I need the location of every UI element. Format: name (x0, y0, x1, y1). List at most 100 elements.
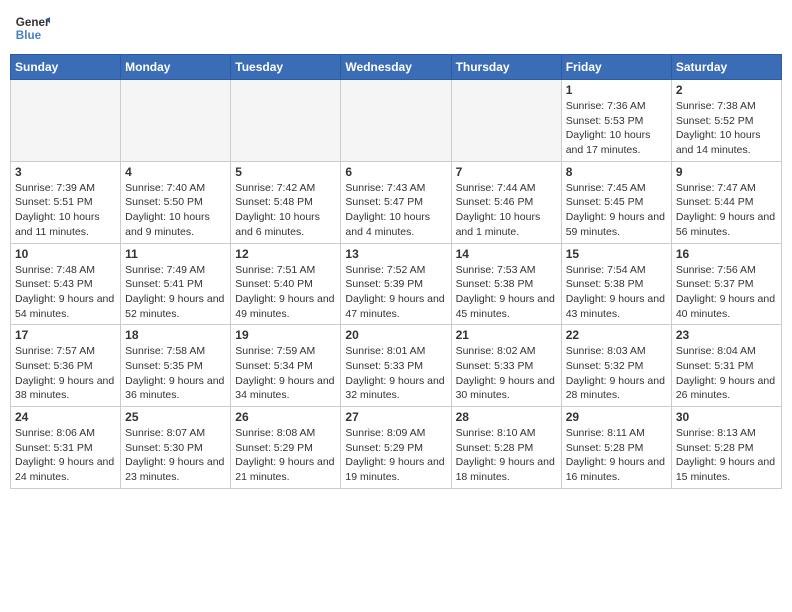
day-number: 20 (345, 328, 446, 342)
calendar-week-row: 24Sunrise: 8:06 AM Sunset: 5:31 PM Dayli… (11, 407, 782, 489)
calendar-week-row: 1 Sunrise: 7:36 AM Sunset: 5:53 PM Daylig… (11, 80, 782, 162)
calendar-cell: 5 Sunrise: 7:42 AM Sunset: 5:48 PM Daylig… (231, 161, 341, 243)
day-number: 21 (456, 328, 557, 342)
calendar-week-row: 17 Sunrise: 7:57 AM Sunset: 5:36 PM Dayli… (11, 325, 782, 407)
day-info: Sunrise: 8:07 AM Sunset: 5:30 PM Dayligh… (125, 426, 226, 485)
day-number: 1 (566, 83, 667, 97)
day-info: Sunrise: 8:11 AM Sunset: 5:28 PM Dayligh… (566, 426, 667, 485)
calendar-cell (341, 80, 451, 162)
day-number: 17 (15, 328, 116, 342)
day-number: 22 (566, 328, 667, 342)
calendar-cell: 18 Sunrise: 7:58 AM Sunset: 5:35 PM Dayli… (121, 325, 231, 407)
calendar-cell: 1 Sunrise: 7:36 AM Sunset: 5:53 PM Daylig… (561, 80, 671, 162)
day-number: 18 (125, 328, 226, 342)
day-number: 10 (15, 247, 116, 261)
weekday-header-row: SundayMondayTuesdayWednesdayThursdayFrid… (11, 55, 782, 80)
day-info: Sunrise: 7:51 AM Sunset: 5:40 PM Dayligh… (235, 263, 336, 322)
day-info: Sunrise: 7:58 AM Sunset: 5:35 PM Dayligh… (125, 344, 226, 403)
day-info: Sunrise: 8:09 AM Sunset: 5:29 PM Dayligh… (345, 426, 446, 485)
day-info: Sunrise: 7:56 AM Sunset: 5:37 PM Dayligh… (676, 263, 777, 322)
calendar-cell: 24Sunrise: 8:06 AM Sunset: 5:31 PM Dayli… (11, 407, 121, 489)
day-number: 23 (676, 328, 777, 342)
day-number: 2 (676, 83, 777, 97)
calendar-cell: 14 Sunrise: 7:53 AM Sunset: 5:38 PM Dayli… (451, 243, 561, 325)
day-number: 25 (125, 410, 226, 424)
calendar-cell: 13 Sunrise: 7:52 AM Sunset: 5:39 PM Dayli… (341, 243, 451, 325)
day-number: 26 (235, 410, 336, 424)
calendar-cell: 20 Sunrise: 8:01 AM Sunset: 5:33 PM Dayli… (341, 325, 451, 407)
day-info: Sunrise: 7:43 AM Sunset: 5:47 PM Dayligh… (345, 181, 446, 240)
calendar-cell: 15 Sunrise: 7:54 AM Sunset: 5:38 PM Dayli… (561, 243, 671, 325)
calendar-cell: 10 Sunrise: 7:48 AM Sunset: 5:43 PM Dayli… (11, 243, 121, 325)
day-info: Sunrise: 8:02 AM Sunset: 5:33 PM Dayligh… (456, 344, 557, 403)
day-info: Sunrise: 7:39 AM Sunset: 5:51 PM Dayligh… (15, 181, 116, 240)
day-number: 3 (15, 165, 116, 179)
day-info: Sunrise: 7:38 AM Sunset: 5:52 PM Dayligh… (676, 99, 777, 158)
day-info: Sunrise: 7:53 AM Sunset: 5:38 PM Dayligh… (456, 263, 557, 322)
day-number: 14 (456, 247, 557, 261)
calendar-week-row: 3 Sunrise: 7:39 AM Sunset: 5:51 PM Daylig… (11, 161, 782, 243)
logo: General Blue (14, 10, 50, 46)
weekday-header: Saturday (671, 55, 781, 80)
day-info: Sunrise: 7:36 AM Sunset: 5:53 PM Dayligh… (566, 99, 667, 158)
weekday-header: Tuesday (231, 55, 341, 80)
day-info: Sunrise: 7:48 AM Sunset: 5:43 PM Dayligh… (15, 263, 116, 322)
calendar-table: SundayMondayTuesdayWednesdayThursdayFrid… (10, 54, 782, 489)
day-number: 19 (235, 328, 336, 342)
day-info: Sunrise: 8:06 AM Sunset: 5:31 PM Dayligh… (15, 426, 116, 485)
calendar-cell: 21 Sunrise: 8:02 AM Sunset: 5:33 PM Dayli… (451, 325, 561, 407)
calendar-cell (451, 80, 561, 162)
svg-text:Blue: Blue (16, 29, 42, 42)
day-info: Sunrise: 7:45 AM Sunset: 5:45 PM Dayligh… (566, 181, 667, 240)
logo-icon: General Blue (14, 10, 50, 46)
weekday-header: Wednesday (341, 55, 451, 80)
calendar-cell: 30Sunrise: 8:13 AM Sunset: 5:28 PM Dayli… (671, 407, 781, 489)
calendar-cell: 26Sunrise: 8:08 AM Sunset: 5:29 PM Dayli… (231, 407, 341, 489)
day-info: Sunrise: 8:10 AM Sunset: 5:28 PM Dayligh… (456, 426, 557, 485)
weekday-header: Friday (561, 55, 671, 80)
day-number: 27 (345, 410, 446, 424)
day-number: 16 (676, 247, 777, 261)
day-number: 13 (345, 247, 446, 261)
day-number: 9 (676, 165, 777, 179)
day-info: Sunrise: 7:40 AM Sunset: 5:50 PM Dayligh… (125, 181, 226, 240)
calendar-cell: 4 Sunrise: 7:40 AM Sunset: 5:50 PM Daylig… (121, 161, 231, 243)
day-number: 8 (566, 165, 667, 179)
calendar-cell (11, 80, 121, 162)
day-info: Sunrise: 7:42 AM Sunset: 5:48 PM Dayligh… (235, 181, 336, 240)
day-number: 4 (125, 165, 226, 179)
calendar-cell: 19 Sunrise: 7:59 AM Sunset: 5:34 PM Dayli… (231, 325, 341, 407)
calendar-cell: 25 Sunrise: 8:07 AM Sunset: 5:30 PM Dayli… (121, 407, 231, 489)
calendar-week-row: 10 Sunrise: 7:48 AM Sunset: 5:43 PM Dayli… (11, 243, 782, 325)
calendar-cell: 2 Sunrise: 7:38 AM Sunset: 5:52 PM Daylig… (671, 80, 781, 162)
day-info: Sunrise: 7:59 AM Sunset: 5:34 PM Dayligh… (235, 344, 336, 403)
day-info: Sunrise: 8:04 AM Sunset: 5:31 PM Dayligh… (676, 344, 777, 403)
day-info: Sunrise: 8:03 AM Sunset: 5:32 PM Dayligh… (566, 344, 667, 403)
page-header: General Blue (10, 10, 782, 46)
weekday-header: Monday (121, 55, 231, 80)
calendar-cell: 28 Sunrise: 8:10 AM Sunset: 5:28 PM Dayli… (451, 407, 561, 489)
calendar-cell: 23 Sunrise: 8:04 AM Sunset: 5:31 PM Dayli… (671, 325, 781, 407)
day-info: Sunrise: 7:54 AM Sunset: 5:38 PM Dayligh… (566, 263, 667, 322)
day-number: 28 (456, 410, 557, 424)
calendar-cell (121, 80, 231, 162)
day-info: Sunrise: 7:57 AM Sunset: 5:36 PM Dayligh… (15, 344, 116, 403)
calendar-cell: 9Sunrise: 7:47 AM Sunset: 5:44 PM Daylig… (671, 161, 781, 243)
day-info: Sunrise: 7:49 AM Sunset: 5:41 PM Dayligh… (125, 263, 226, 322)
calendar-cell: 29Sunrise: 8:11 AM Sunset: 5:28 PM Dayli… (561, 407, 671, 489)
day-number: 15 (566, 247, 667, 261)
calendar-cell: 8 Sunrise: 7:45 AM Sunset: 5:45 PM Daylig… (561, 161, 671, 243)
day-info: Sunrise: 8:01 AM Sunset: 5:33 PM Dayligh… (345, 344, 446, 403)
calendar-cell: 7Sunrise: 7:44 AM Sunset: 5:46 PM Daylig… (451, 161, 561, 243)
calendar-cell: 16 Sunrise: 7:56 AM Sunset: 5:37 PM Dayli… (671, 243, 781, 325)
day-info: Sunrise: 7:52 AM Sunset: 5:39 PM Dayligh… (345, 263, 446, 322)
day-number: 12 (235, 247, 336, 261)
calendar-cell: 22 Sunrise: 8:03 AM Sunset: 5:32 PM Dayli… (561, 325, 671, 407)
day-info: Sunrise: 7:44 AM Sunset: 5:46 PM Dayligh… (456, 181, 557, 240)
calendar-cell (231, 80, 341, 162)
day-number: 11 (125, 247, 226, 261)
day-number: 5 (235, 165, 336, 179)
day-info: Sunrise: 8:13 AM Sunset: 5:28 PM Dayligh… (676, 426, 777, 485)
calendar-cell: 3 Sunrise: 7:39 AM Sunset: 5:51 PM Daylig… (11, 161, 121, 243)
day-number: 6 (345, 165, 446, 179)
